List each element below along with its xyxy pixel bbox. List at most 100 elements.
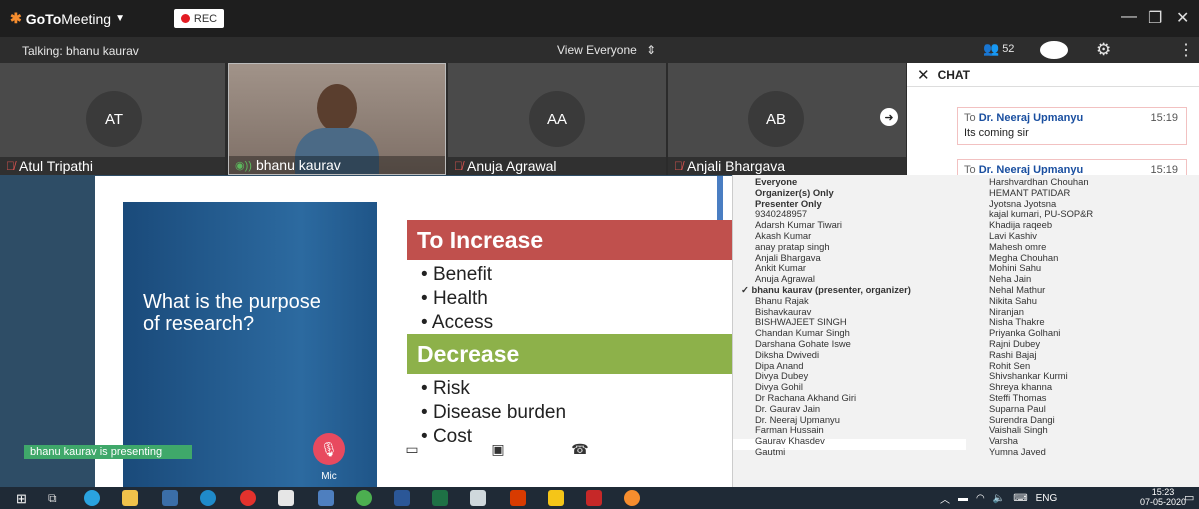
chat-button[interactable] xyxy=(1040,41,1068,59)
recipient-option[interactable]: Rashi Bajaj xyxy=(989,349,1189,361)
participant-tile-video[interactable]: ◉)) bhanu kaurav xyxy=(228,63,446,175)
participant-tile[interactable]: AA 🎙̸ Anuja Agrawal xyxy=(448,63,666,175)
chat-panel: ✕ CHAT To Dr. Neeraj Upmanyu 15:19 Its c… xyxy=(907,63,1199,175)
gear-icon: ⚙ xyxy=(1096,40,1112,59)
recipient-option[interactable]: HEMANT PATIDAR xyxy=(989,187,1189,199)
chat-header: ✕ CHAT xyxy=(907,63,1199,87)
participant-tile[interactable]: AT 🎙̸ Atul Tripathi xyxy=(0,63,225,175)
recording-badge[interactable]: REC xyxy=(174,9,224,28)
windows-start-icon[interactable]: ⊞ xyxy=(16,491,27,507)
recipient-list-col1: Everyone Organizer(s) Only Presenter Onl… xyxy=(737,176,967,458)
slide-bullet: • Risk xyxy=(421,378,470,399)
volume-icon[interactable]: 🔈 xyxy=(993,493,1005,504)
recipient-option[interactable]: Diksha Dwivedi xyxy=(737,349,967,361)
attendees-button[interactable]: 👥 52 xyxy=(983,41,1014,57)
people-icon: 👥 xyxy=(983,41,1000,56)
recipient-option[interactable]: Yumna Javed xyxy=(989,446,1189,458)
avatar: AB xyxy=(748,91,804,147)
speaking-icon: ◉)) xyxy=(235,159,252,172)
brand-bold: GoTo xyxy=(25,10,62,27)
minimize-button[interactable]: — xyxy=(1121,8,1137,26)
recipient-option[interactable]: Nikita Sahu xyxy=(989,295,1189,307)
language-indicator[interactable]: ENG xyxy=(1036,493,1058,504)
telegram-icon[interactable] xyxy=(84,490,100,506)
view-selector[interactable]: View Everyone ⇕ xyxy=(557,43,656,57)
chevron-down-icon: ▼ xyxy=(115,13,125,24)
recipient-option[interactable]: Organizer(s) Only xyxy=(737,187,967,199)
participant-name-bar: 🎙̸ Anjali Bhargava xyxy=(668,157,906,175)
participant-tile[interactable]: AB 🎙̸ Anjali Bhargava xyxy=(668,63,906,175)
recipient-option[interactable]: Bhanu Rajak xyxy=(737,295,967,307)
mail-icon[interactable] xyxy=(278,490,294,506)
more-options-button[interactable]: ⋮ xyxy=(1178,40,1194,60)
slide-bullet: • Access xyxy=(421,312,494,333)
store-icon[interactable] xyxy=(162,490,178,506)
next-participants-button[interactable]: ➜ xyxy=(880,108,898,126)
keyboard-icon[interactable]: ⌨ xyxy=(1013,493,1027,504)
screen-label: Screen xyxy=(482,471,514,482)
recipient-option[interactable]: Vaishali Singh xyxy=(989,425,1189,436)
app-icon[interactable] xyxy=(318,490,334,506)
mic-button[interactable]: 🎙 Mic xyxy=(297,433,361,482)
sticky-notes-icon[interactable] xyxy=(548,490,564,506)
hangup-icon: ☎ xyxy=(564,433,596,465)
settings-button[interactable]: ⚙ xyxy=(1096,40,1111,60)
calculator-icon[interactable] xyxy=(470,490,486,506)
muted-mic-icon: 🎙̸ xyxy=(454,159,463,173)
bullet-text: Risk xyxy=(432,378,470,399)
gotomeeting-taskbar-icon[interactable] xyxy=(624,490,640,506)
opera-icon[interactable] xyxy=(240,490,256,506)
app-icon[interactable] xyxy=(586,490,602,506)
recipient-option[interactable]: anay pratap singh xyxy=(737,241,967,253)
app-menu-button[interactable]: ✱ GoTo Meeting ▼ xyxy=(10,10,125,27)
clock-time: 15:23 xyxy=(1151,487,1175,497)
network-icon[interactable]: ▬ xyxy=(958,493,968,504)
info-bar: Talking: bhanu kaurav View Everyone ⇕ 👥 … xyxy=(0,37,1199,63)
close-chat-button[interactable]: ✕ xyxy=(917,66,930,84)
close-button[interactable]: ✕ xyxy=(1176,8,1189,28)
message-time: 15:19 xyxy=(1150,164,1178,175)
participant-name-bar: ◉)) bhanu kaurav xyxy=(229,156,445,174)
brand-light: Meeting xyxy=(61,10,112,27)
slide-accent xyxy=(717,176,723,220)
message-recipient: To Dr. Neeraj Upmanyu xyxy=(964,164,1180,175)
task-view-icon[interactable]: ⧉ xyxy=(48,491,57,506)
file-explorer-icon[interactable] xyxy=(122,490,138,506)
leave-button[interactable]: ☎ Leave xyxy=(548,433,612,482)
wifi-icon[interactable]: ◠ xyxy=(976,493,985,504)
participant-name: bhanu kaurav xyxy=(255,157,341,173)
muted-mic-icon: 🎙̸ xyxy=(6,159,15,173)
office-icon[interactable] xyxy=(510,490,526,506)
recipient-option[interactable]: Suparna Paul xyxy=(989,403,1189,415)
excel-icon[interactable] xyxy=(432,490,448,506)
checkmark-icon: ✓ xyxy=(741,283,752,295)
message-recipient: To Dr. Neeraj Upmanyu xyxy=(964,112,1180,124)
edge-icon[interactable] xyxy=(200,490,216,506)
chrome-icon[interactable] xyxy=(356,490,372,506)
camera-button[interactable]: ▭ Camera xyxy=(380,433,444,482)
slide-bullet: • Benefit xyxy=(421,264,493,285)
screen-button[interactable]: ▣ Screen xyxy=(466,433,530,482)
clock[interactable]: 15:23 07-05-2020 xyxy=(1140,487,1186,507)
word-icon[interactable] xyxy=(394,490,410,506)
updown-icon: ⇕ xyxy=(646,43,657,57)
notification-icon[interactable]: ▭ xyxy=(1184,491,1194,504)
chat-recipient-dropdown[interactable]: Everyone Organizer(s) Only Presenter Onl… xyxy=(732,175,1199,487)
recipient-option[interactable]: Dr. Gaurav Jain xyxy=(737,403,967,415)
chevron-up-icon[interactable]: ︿ xyxy=(940,491,950,506)
title-bar: ✱ GoTo Meeting ▼ REC — ❐ ✕ xyxy=(0,0,1199,37)
slide-title: What is the purpose of research? xyxy=(143,291,321,335)
restore-button[interactable]: ❐ xyxy=(1148,8,1162,28)
recipient-option[interactable]: Mahesh omre xyxy=(989,241,1189,253)
recipient-option[interactable]: Gautmi xyxy=(737,446,967,458)
rec-label: REC xyxy=(193,12,218,25)
recipient-name: Dr. Neeraj Upmanyu xyxy=(978,164,1084,175)
slide-bullet: • Health xyxy=(421,288,488,309)
clock-date: 07-05-2020 xyxy=(1140,497,1187,507)
camera-label: Camera xyxy=(394,471,430,482)
windows-taskbar: ⊞ ⧉ ︿ ▬ ◠ 🔈 ⌨ ENG 15:23 07-05-2020 ▭ xyxy=(0,487,1199,509)
message-text: Its coming sir xyxy=(964,127,1029,139)
goto-logo-icon: ✱ xyxy=(10,10,22,26)
bullet-text: Benefit xyxy=(432,264,493,285)
camera-off-icon: ▭ xyxy=(396,433,428,465)
